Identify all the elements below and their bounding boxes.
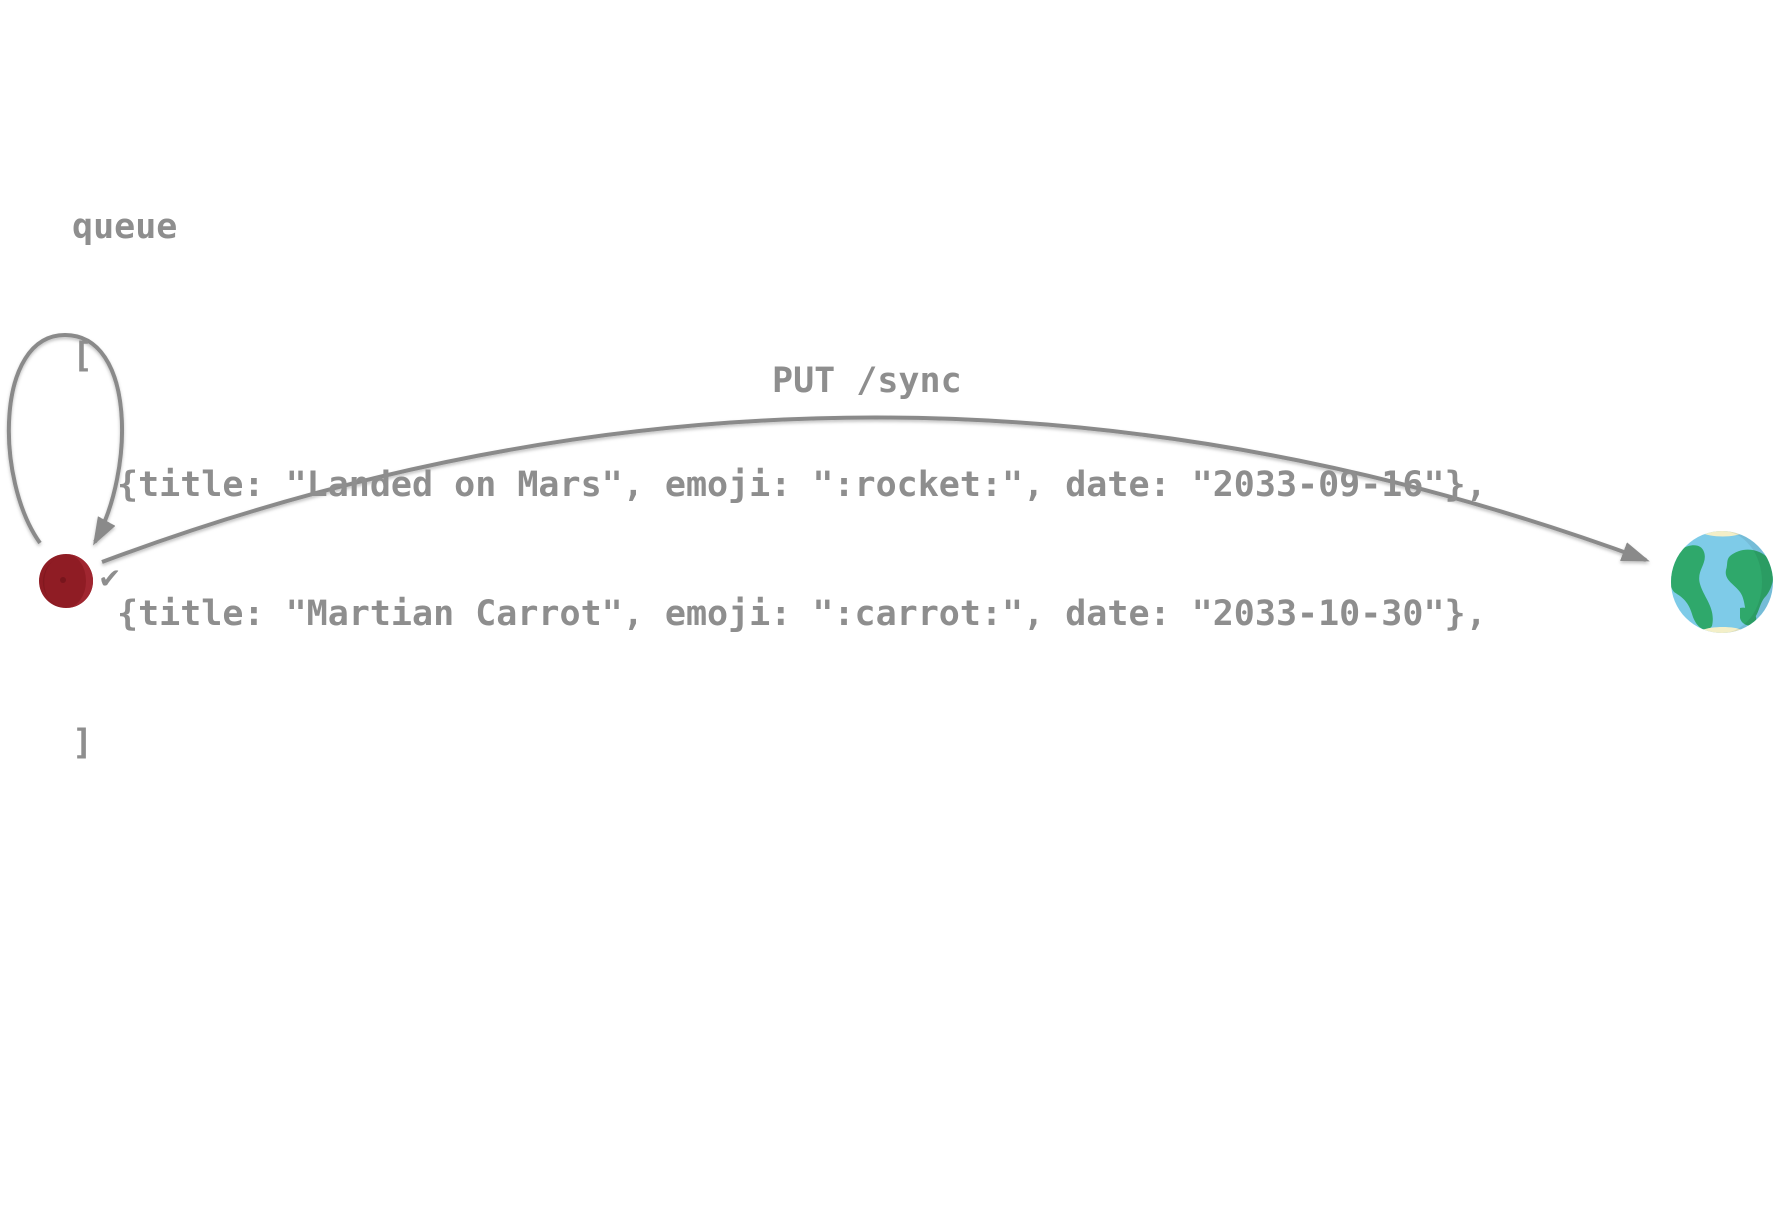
sync-edge-label: PUT /sync [772,361,962,401]
queue-label: queue [72,207,178,247]
check-mark-icon: ✔ [98,562,122,595]
earth-globe-icon [1671,531,1773,633]
queue-item: {title: "Landed on Mars", emoji: ":rocke… [117,465,1487,505]
queue-close-bracket: ] [72,723,94,763]
queue-code-block: queue [ {title: "Landed on Mars", emoji:… [72,120,1487,808]
queue-item: {title: "Martian Carrot", emoji: ":carro… [117,594,1487,634]
